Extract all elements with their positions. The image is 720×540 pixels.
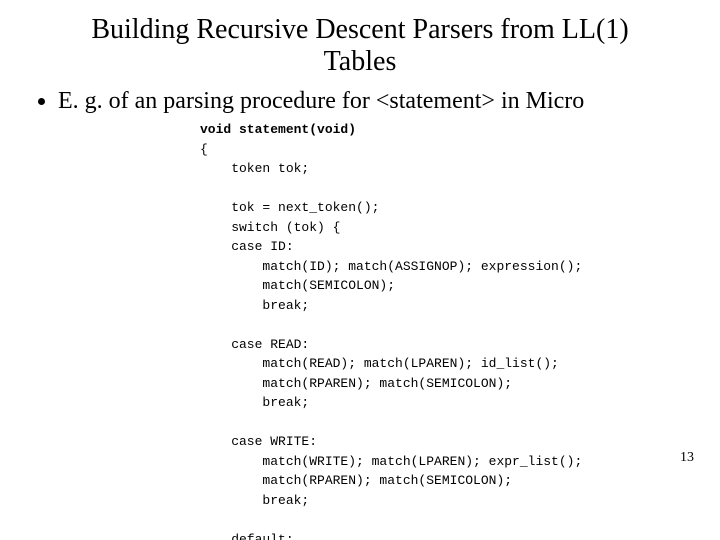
code-line: case READ: (200, 337, 309, 352)
code-line: break; (200, 395, 309, 410)
code-line: match(READ); match(LPAREN); id_list(); (200, 356, 559, 371)
code-line: default: (200, 532, 294, 540)
code-line: case ID: (200, 239, 294, 254)
code-line: case WRITE: (200, 434, 317, 449)
code-line: break; (200, 298, 309, 313)
code-line: match(WRITE); match(LPAREN); expr_list()… (200, 454, 582, 469)
bullet-text-prefix: E. g. of an parsing procedure for (58, 88, 376, 114)
code-line: match(RPAREN); match(SEMICOLON); (200, 376, 512, 391)
bullet-item: E. g. of an parsing procedure for <state… (58, 86, 690, 116)
code-line: match(SEMICOLON); (200, 278, 395, 293)
bullet-list: E. g. of an parsing procedure for <state… (30, 86, 690, 116)
code-line: break; (200, 493, 309, 508)
code-line: tok = next_token(); (200, 200, 379, 215)
code-line: switch (tok) { (200, 220, 340, 235)
code-line: match(ID); match(ASSIGNOP); expression()… (200, 259, 582, 274)
slide: Building Recursive Descent Parsers from … (0, 0, 720, 540)
code-line: token tok; (200, 161, 309, 176)
code-listing: void statement(void) { token tok; tok = … (200, 120, 690, 540)
nonterminal-text: <statement> (376, 88, 495, 114)
slide-title: Building Recursive Descent Parsers from … (70, 14, 650, 78)
code-line: match(RPAREN); match(SEMICOLON); (200, 473, 512, 488)
page-number: 13 (680, 450, 694, 466)
code-line: { (200, 142, 208, 157)
bullet-text-suffix: in Micro (495, 88, 584, 114)
code-signature: void statement(void) (200, 122, 356, 137)
